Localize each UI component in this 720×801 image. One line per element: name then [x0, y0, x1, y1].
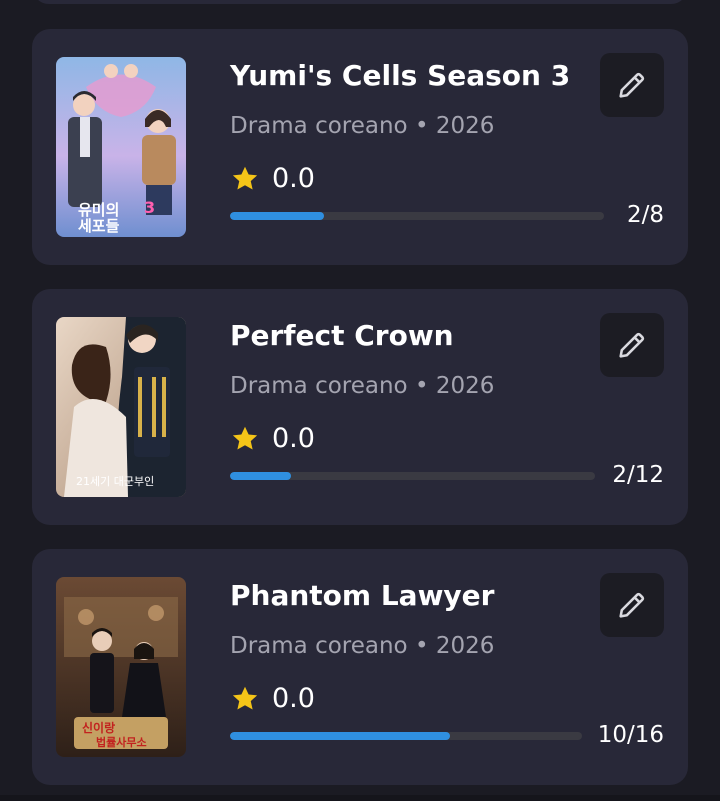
- svg-text:신이랑: 신이랑: [82, 720, 115, 735]
- rating-value: 0.0: [272, 163, 315, 194]
- svg-text:세포들: 세포들: [78, 217, 120, 235]
- episode-count: 10/16: [597, 722, 664, 748]
- star-icon: [232, 166, 258, 189]
- pencil-icon: [619, 72, 645, 98]
- edit-button[interactable]: [600, 313, 664, 377]
- progress-fill: [230, 732, 450, 740]
- drama-list: 유미의 세포들 3 Yumi's Cells Season 3 Drama co…: [0, 0, 720, 801]
- poster-image[interactable]: 유미의 세포들 3: [56, 57, 186, 237]
- drama-card[interactable]: 신이랑 법률사무소 Phantom Lawyer Drama coreano •…: [32, 549, 688, 785]
- episode-count: 2/12: [612, 462, 664, 488]
- svg-text:21세기 대군부인: 21세기 대군부인: [76, 475, 154, 488]
- svg-text:법률사무소: 법률사무소: [96, 735, 147, 749]
- drama-title[interactable]: Yumi's Cells Season 3: [230, 59, 570, 92]
- star-icon: [232, 426, 258, 449]
- drama-card-partial[interactable]: [32, 0, 688, 4]
- progress-fill: [230, 212, 324, 220]
- rating: 0.0: [230, 163, 315, 194]
- progress-fill: [230, 472, 291, 480]
- edit-button[interactable]: [600, 573, 664, 637]
- progress-bar: [230, 212, 604, 220]
- poster-image[interactable]: 신이랑 법률사무소: [56, 577, 186, 757]
- episode-count: 2/8: [626, 202, 664, 228]
- drama-meta: Drama coreano • 2026: [230, 373, 495, 399]
- rating-value: 0.0: [272, 423, 315, 454]
- svg-text:3: 3: [144, 198, 155, 217]
- rating-value: 0.0: [272, 683, 315, 714]
- poster-image[interactable]: 21세기 대군부인: [56, 317, 186, 497]
- edit-button[interactable]: [600, 53, 664, 117]
- drama-title[interactable]: Phantom Lawyer: [230, 579, 494, 612]
- rating: 0.0: [230, 683, 315, 714]
- bottom-edge: [0, 795, 720, 801]
- rating: 0.0: [230, 423, 315, 454]
- drama-meta: Drama coreano • 2026: [230, 633, 495, 659]
- progress-bar: [230, 732, 582, 740]
- pencil-icon: [619, 592, 645, 618]
- drama-card[interactable]: 21세기 대군부인 Perfect Crown Drama coreano • …: [32, 289, 688, 525]
- star-icon: [232, 686, 258, 709]
- pencil-icon: [619, 332, 645, 358]
- progress-bar: [230, 472, 595, 480]
- drama-card[interactable]: 유미의 세포들 3 Yumi's Cells Season 3 Drama co…: [32, 29, 688, 265]
- drama-meta: Drama coreano • 2026: [230, 113, 495, 139]
- drama-title[interactable]: Perfect Crown: [230, 319, 454, 352]
